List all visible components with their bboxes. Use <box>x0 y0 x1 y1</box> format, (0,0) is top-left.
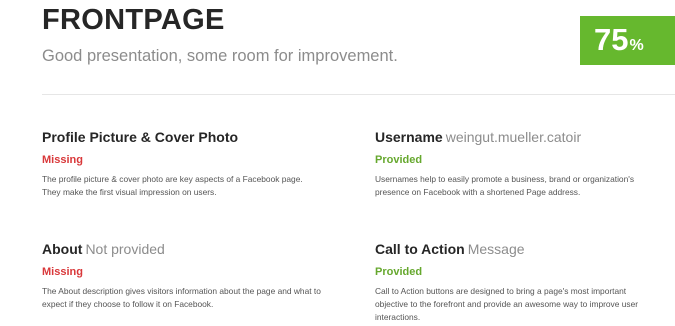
divider <box>42 94 675 95</box>
item-value: Message <box>467 241 525 257</box>
item-value: weingut.mueller.catoir <box>445 129 582 145</box>
status-missing: Missing <box>42 154 83 166</box>
item-description: The About description gives visitors inf… <box>42 286 321 309</box>
score-value: 75 <box>594 22 629 57</box>
item-username: Username weingut.mueller.catoir Provided … <box>375 128 655 199</box>
item-heading: Call to Action Message <box>375 240 655 258</box>
status-missing: Missing <box>42 266 83 278</box>
item-name: Profile Picture & Cover Photo <box>42 129 239 145</box>
item-description: Call to Action buttons are designed to b… <box>375 286 639 322</box>
item-name: About <box>42 241 83 257</box>
item-heading: About Not provided <box>42 240 322 258</box>
item-name: Username <box>375 129 443 145</box>
section-title: FRONTPAGE <box>42 4 225 36</box>
item-call-to-action: Call to Action Message Provided Call to A… <box>375 240 655 324</box>
frontpage-report: FRONTPAGE Good presentation, some room f… <box>0 0 675 326</box>
item-heading: Profile Picture & Cover Photo <box>42 128 322 146</box>
item-profile-picture: Profile Picture & Cover Photo Missing Th… <box>42 128 322 199</box>
item-about: About Not provided Missing The About desc… <box>42 240 322 311</box>
item-heading: Username weingut.mueller.catoir <box>375 128 655 146</box>
item-name: Call to Action <box>375 241 465 257</box>
item-description: The profile picture & cover photo are ke… <box>42 174 303 197</box>
score-badge: 75 % <box>580 16 675 65</box>
status-provided: Provided <box>375 154 423 166</box>
item-value: Not provided <box>85 241 165 257</box>
score-unit: % <box>629 37 644 54</box>
item-description: Usernames help to easily promote a busin… <box>375 174 635 197</box>
status-provided: Provided <box>375 266 423 278</box>
section-subtitle: Good presentation, some room for improve… <box>42 47 398 65</box>
